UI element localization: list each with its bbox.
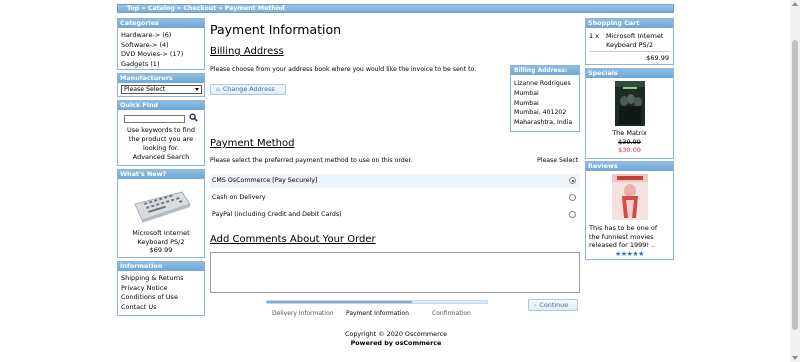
shopping-cart-title: Shopping Cart [586, 19, 673, 28]
payment-radio-cms-oscommerce[interactable] [569, 177, 576, 184]
chevron-down-icon [195, 88, 199, 91]
step-delivery-information[interactable]: Delivery Information [272, 310, 334, 317]
payment-instructions: Please select the preferred payment meth… [210, 157, 413, 164]
quick-find-hint-line: Use keywords to find [127, 126, 195, 134]
payment-radio-cash-on-delivery[interactable] [569, 194, 576, 201]
quick-find-hint-line: the product you are [128, 135, 194, 143]
scroll-up-arrow-icon[interactable] [792, 2, 798, 6]
shopping-cart-box: Shopping Cart 1 x Microsoft Internet Key… [585, 18, 674, 65]
payment-method-heading: Payment Method [210, 138, 295, 149]
billing-address-line: Mumbai [514, 99, 539, 107]
category-software[interactable]: Software-> (4) [121, 41, 201, 51]
whats-new-product-line: Microsoft Internet [132, 229, 190, 237]
specials-title: Specials [586, 69, 673, 78]
review-text-line: This has to be one of [589, 224, 658, 232]
billing-address-box: Billing Address: Lizanne Rodrigues Mumba… [510, 65, 580, 132]
conditions-of-use-link[interactable]: Conditions of Use [121, 293, 201, 303]
payment-option-label: Cash on Delivery [212, 194, 266, 201]
manufacturers-select-value: Please Select [124, 86, 166, 93]
information-title: Information [118, 262, 204, 271]
billing-address-box-title: Billing Address: [511, 66, 579, 75]
payment-option-label: PayPal (including Credit and Debit Cards… [212, 211, 342, 218]
keyboard-image[interactable] [132, 186, 192, 226]
order-comments-textarea[interactable] [210, 252, 580, 293]
checkout-progress-bar [266, 300, 488, 304]
review-product-image[interactable] [612, 174, 648, 220]
categories-box: Categories Hardware-> (6) Software-> (4)… [117, 18, 205, 70]
comments-heading: Add Comments About Your Order [210, 234, 376, 245]
page-scrollbar[interactable] [790, 0, 800, 362]
cart-item-line: Keyboard PS/2 [606, 40, 653, 49]
specials-box: Specials The Matrix $39.99 $30.00 [585, 68, 674, 159]
cart-item-qty: 1 x [589, 32, 600, 40]
manufacturers-box: Manufacturers Please Select [117, 73, 205, 97]
star-icon: ★ [638, 250, 644, 258]
cart-divider [589, 51, 670, 52]
specials-product-link[interactable]: The Matrix [586, 129, 673, 138]
cart-item-line: Microsoft Internet [606, 32, 664, 40]
scroll-down-arrow-icon[interactable] [792, 356, 798, 360]
step-confirmation: Confirmation [432, 310, 471, 317]
specials-new-price: $30.00 [618, 146, 641, 154]
payment-radio-paypal[interactable] [569, 211, 576, 218]
manufacturers-select[interactable]: Please Select [121, 85, 202, 94]
quick-find-title: Quick Find [118, 101, 204, 110]
category-dvd-movies[interactable]: DVD Movies-> (17) [121, 50, 201, 60]
change-address-label: Change Address [222, 85, 275, 93]
cart-item-link[interactable]: Microsoft Internet Keyboard PS/2 [606, 32, 663, 49]
the-matrix-image[interactable] [615, 81, 645, 126]
billing-address-line: Mumbai, 401202 [514, 109, 567, 117]
category-hardware[interactable]: Hardware-> (6) [121, 31, 201, 41]
quick-find-hint: Use keywords to find the product you are… [118, 126, 204, 162]
specials-old-price: $39.99 [618, 137, 641, 146]
home-icon: ⌂ [216, 86, 220, 93]
whats-new-price: $69.99 [149, 246, 173, 254]
payment-option-cash-on-delivery[interactable]: Cash on Delivery [210, 191, 580, 205]
payment-option-cms-oscommerce[interactable]: CMS OsCommerce [Pay Securely] [210, 174, 580, 188]
whats-new-title: What's New? [118, 170, 204, 179]
continue-label: Continue [539, 301, 569, 309]
billing-address-line: Maharashtra, India [514, 119, 573, 127]
step-payment-information: Payment Information [346, 310, 409, 317]
review-text-line: the funniest movies [589, 232, 654, 241]
categories-title: Categories [118, 19, 204, 28]
continue-button[interactable]: › Continue [528, 299, 578, 311]
footer-powered-by: Powered by osCommerce [350, 339, 442, 347]
payment-option-paypal[interactable]: PayPal (including Credit and Debit Cards… [210, 208, 580, 222]
whats-new-box: What's New? Microsoft Internet Keyboard … [117, 169, 205, 258]
breadcrumb[interactable]: Top » Catalog » Checkout » Payment Metho… [117, 4, 674, 13]
billing-instructions: Please choose from your address book whe… [210, 66, 477, 73]
scrollbar-thumb[interactable] [792, 40, 798, 330]
quick-find-input[interactable] [124, 115, 185, 123]
whats-new-product-link[interactable]: Microsoft Internet Keyboard PS/2 [118, 229, 204, 246]
review-text-link[interactable]: This has to be one of the funniest movie… [589, 224, 657, 250]
contact-us-link[interactable]: Contact Us [121, 303, 201, 313]
manufacturers-title: Manufacturers [118, 74, 204, 83]
quick-find-hint-line: looking for. [142, 144, 180, 152]
footer-copyright: Copyright © 2020 Oscommerce [344, 330, 448, 338]
checkout-progress-fill [267, 301, 413, 303]
please-select-label: Please Select [537, 157, 579, 164]
billing-address-heading: Billing Address [210, 46, 284, 57]
review-rating-stars: ★★★★★ [586, 250, 673, 258]
search-icon[interactable] [189, 113, 198, 124]
reviews-box: Reviews This has to be one of the funnie… [585, 161, 674, 260]
review-text-line: released for 1999! .. [589, 241, 656, 249]
billing-address-line: Lizanne Rodrigues [514, 80, 571, 87]
change-address-button[interactable]: ⌂ Change Address [210, 84, 286, 95]
page-title: Payment Information [210, 22, 342, 37]
category-gadgets[interactable]: Gadgets (1) [121, 60, 201, 70]
payment-option-label: CMS OsCommerce [Pay Securely] [212, 177, 318, 184]
cart-total: $69.99 [646, 54, 669, 62]
advanced-search-link[interactable]: Advanced Search [133, 153, 190, 161]
information-box: Information Shipping & Returns Privacy N… [117, 261, 205, 316]
shipping-returns-link[interactable]: Shipping & Returns [121, 274, 201, 284]
privacy-notice-link[interactable]: Privacy Notice [121, 284, 201, 294]
billing-address-line: Mumbai [514, 89, 539, 97]
quick-find-box: Quick Find Use keywords to find the prod… [117, 100, 205, 166]
chevron-right-icon: › [534, 302, 537, 309]
whats-new-product-line: Keyboard PS/2 [137, 237, 185, 246]
reviews-title: Reviews [586, 162, 673, 171]
